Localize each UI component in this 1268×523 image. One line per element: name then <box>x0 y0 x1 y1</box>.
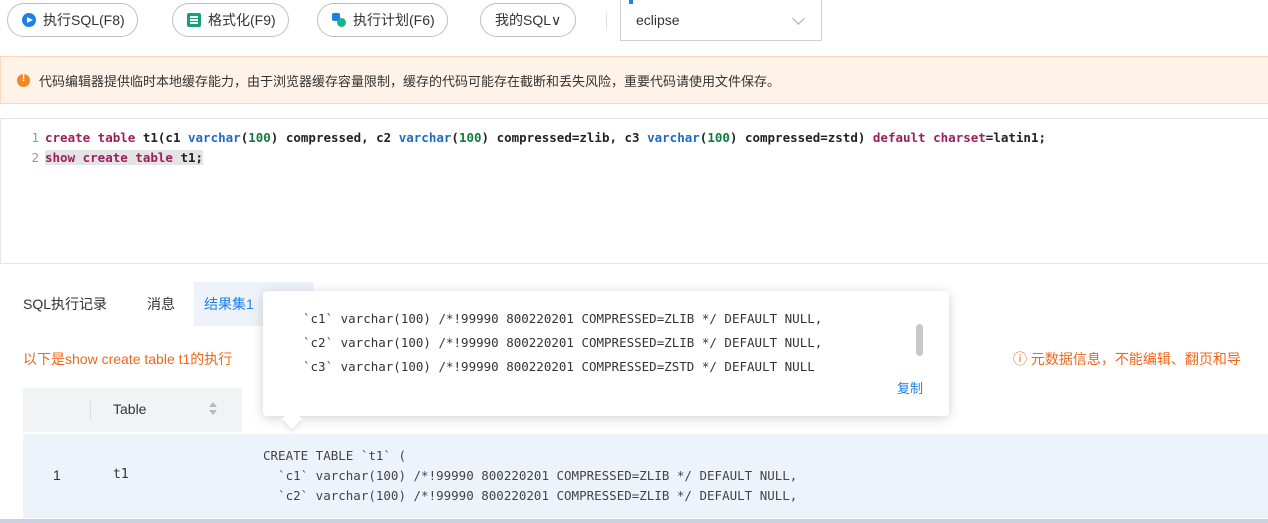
database-value: eclipse <box>636 12 680 28</box>
exec-plan-icon <box>332 13 346 27</box>
toolbar: 执行SQL(F8) 格式化(F9) 执行计划(F6) 我的SQL∨ eclips… <box>0 0 1268 44</box>
popover-line: `c3` varchar(100) /*!99990 800220201 COM… <box>303 359 815 374</box>
exec-plan-button[interactable]: 执行计划(F6) <box>317 3 448 37</box>
run-sql-button[interactable]: 执行SQL(F8) <box>7 3 138 37</box>
cell-create-table-ddl[interactable]: CREATE TABLE `t1` ( `c1` varchar(100) /*… <box>263 446 797 518</box>
code-token: varchar <box>398 129 452 145</box>
chevron-down-icon <box>792 12 805 25</box>
code-token: varchar <box>188 129 241 145</box>
copy-button[interactable]: 复制 <box>897 378 923 397</box>
popover-line: `c1` varchar(100) /*!99990 800220201 COM… <box>303 311 823 326</box>
code-token: ) compressed=zlib, c3 <box>481 129 648 145</box>
line-number: 2 <box>31 149 39 165</box>
code-token: ) compressed=zstd) <box>729 129 873 145</box>
my-sql-label: 我的SQL∨ <box>495 12 562 28</box>
code-token: 100 <box>248 129 271 145</box>
code-token: varchar <box>647 129 700 145</box>
column-header-table[interactable]: Table <box>113 401 146 417</box>
popover-arrow <box>282 409 302 429</box>
popover-scrollbar[interactable] <box>916 324 923 356</box>
code-text: create table t1(c1 varchar(100) compress… <box>45 130 1046 145</box>
warning-icon <box>17 73 30 87</box>
run-sql-label: 执行SQL(F8) <box>43 12 125 28</box>
code-line-1[interactable]: 1 create table t1(c1 varchar(100) compre… <box>1 127 1268 147</box>
sql-editor[interactable]: 1 create table t1(c1 varchar(100) compre… <box>0 118 1268 264</box>
code-token: 100 <box>707 129 730 145</box>
code-token: create table <box>45 129 143 145</box>
code-token: 100 <box>458 129 482 145</box>
code-token: ( <box>451 129 459 145</box>
exec-plan-label: 执行计划(F6) <box>353 12 435 28</box>
code-token: t1(c1 <box>142 129 188 145</box>
sort-icon[interactable] <box>209 402 217 418</box>
code-text: show create table t1; <box>45 149 204 165</box>
horizontal-scrollbar[interactable] <box>0 519 1268 523</box>
ddl-preview-popover: `c1` varchar(100) /*!99990 800220201 COM… <box>263 291 949 429</box>
database-select[interactable]: eclipse <box>620 0 822 41</box>
tab-messages[interactable]: 消息 <box>147 282 175 326</box>
play-icon <box>22 13 36 27</box>
my-sql-button[interactable]: 我的SQL∨ <box>480 3 577 37</box>
tab-sql-history[interactable]: SQL执行记录 <box>23 282 107 326</box>
cell-table-name: t1 <box>113 467 129 482</box>
cache-warning-banner: 代码编辑器提供临时本地缓存能力，由于浏览器缓存容量限制，缓存的代码可能存在截断和… <box>0 56 1268 104</box>
format-label: 格式化(F9) <box>208 12 276 28</box>
row-index: 1 <box>53 467 61 483</box>
result-table-header: Table <box>23 388 242 432</box>
popover-line: `c2` varchar(100) /*!99990 800220201 COM… <box>303 335 823 350</box>
tab-result-1-label: 结果集1 <box>204 296 254 312</box>
warning-text: 代码编辑器提供临时本地缓存能力，由于浏览器缓存容量限制，缓存的代码可能存在截断和… <box>39 73 781 89</box>
code-line-2[interactable]: 2 show create table t1; <box>1 147 1268 167</box>
select-focus-mark <box>629 0 633 4</box>
result-info-text: 以下是show create table t1的执行 <box>23 351 233 367</box>
metadata-notice: ⓘ 元数据信息，不能编辑、翻页和导 <box>1013 351 1241 367</box>
code-token: default charset <box>872 129 986 145</box>
code-token: =latin1; <box>985 129 1047 145</box>
line-number: 1 <box>31 129 39 145</box>
toolbar-divider <box>606 12 607 30</box>
code-token: show create table <box>45 149 181 165</box>
code-token: t1; <box>180 149 204 165</box>
table-row[interactable]: 1 t1 CREATE TABLE `t1` ( `c1` varchar(10… <box>23 434 1268 518</box>
format-button[interactable]: 格式化(F9) <box>172 3 289 37</box>
format-icon <box>187 13 201 27</box>
code-token: ) compressed, c2 <box>270 129 399 145</box>
column-divider <box>90 401 91 419</box>
